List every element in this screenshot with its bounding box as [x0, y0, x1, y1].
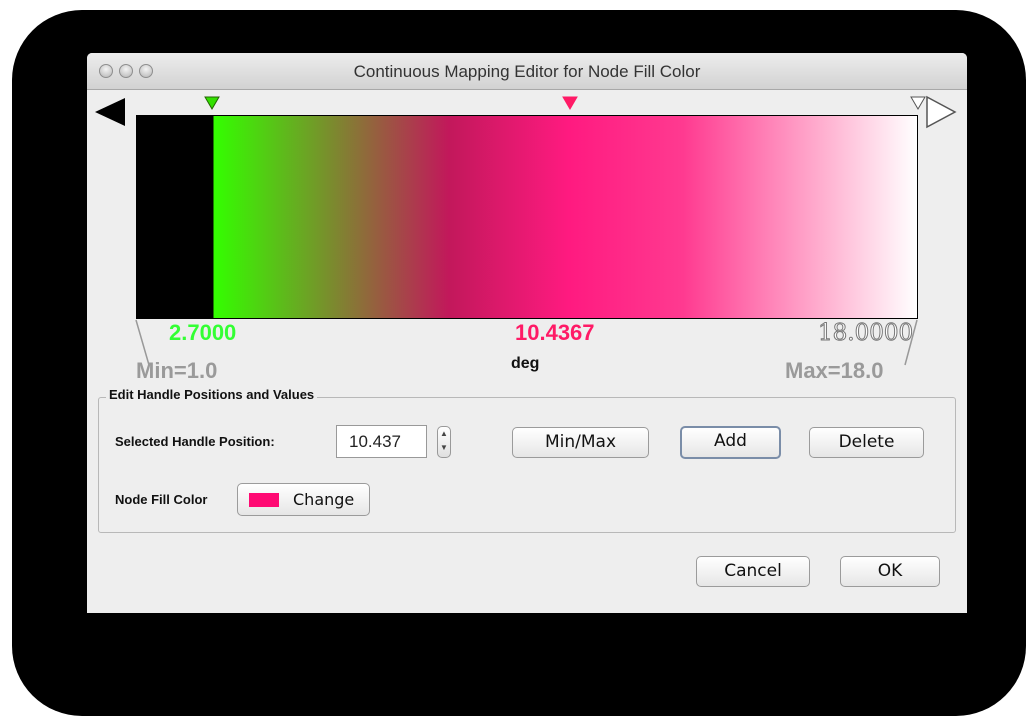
ok-button[interactable]: OK [840, 556, 940, 587]
handle-white-icon[interactable] [910, 96, 926, 110]
selected-handle-position-label: Selected Handle Position: [115, 434, 275, 449]
handle-green-icon[interactable] [204, 96, 220, 110]
dialog-content: 2.7000 10.4367 18.0000 Min=1.0 deg Max=1… [87, 90, 967, 613]
min-max-button[interactable]: Min/Max [512, 427, 649, 458]
handle-pink-selected-icon[interactable] [562, 96, 578, 110]
node-fill-color-label: Node Fill Color [115, 492, 208, 507]
add-button[interactable]: Add [680, 426, 781, 459]
position-stepper[interactable]: ▲ ▼ [437, 426, 451, 458]
stepper-up-icon[interactable]: ▲ [438, 427, 450, 441]
stepper-down-icon[interactable]: ▼ [438, 441, 450, 455]
window-title: Continuous Mapping Editor for Node Fill … [353, 62, 701, 81]
attribute-name: deg [511, 355, 540, 372]
handle-value-white: 18.0000 [817, 320, 914, 347]
group-title: Edit Handle Positions and Values [106, 387, 318, 402]
edit-handle-group [98, 397, 956, 533]
cancel-button[interactable]: Cancel [696, 556, 810, 587]
below-range-arrow-icon[interactable] [95, 98, 125, 126]
max-label: Max=18.0 [785, 358, 884, 383]
above-range-arrow-icon[interactable] [925, 95, 959, 129]
change-color-label: Change [293, 490, 355, 509]
color-swatch [249, 493, 279, 507]
title-bar: Continuous Mapping Editor for Node Fill … [87, 53, 967, 90]
handle-position-input[interactable]: 10.437 [336, 425, 427, 458]
mapping-editor-dialog: Continuous Mapping Editor for Node Fill … [87, 53, 967, 613]
delete-button[interactable]: Delete [809, 427, 924, 458]
handle-value-green: 2.7000 [169, 320, 237, 345]
change-color-button[interactable]: Change [237, 483, 370, 516]
handle-value-pink: 10.4367 [515, 320, 595, 345]
min-label: Min=1.0 [136, 358, 218, 383]
color-gradient-bar[interactable] [136, 115, 918, 319]
